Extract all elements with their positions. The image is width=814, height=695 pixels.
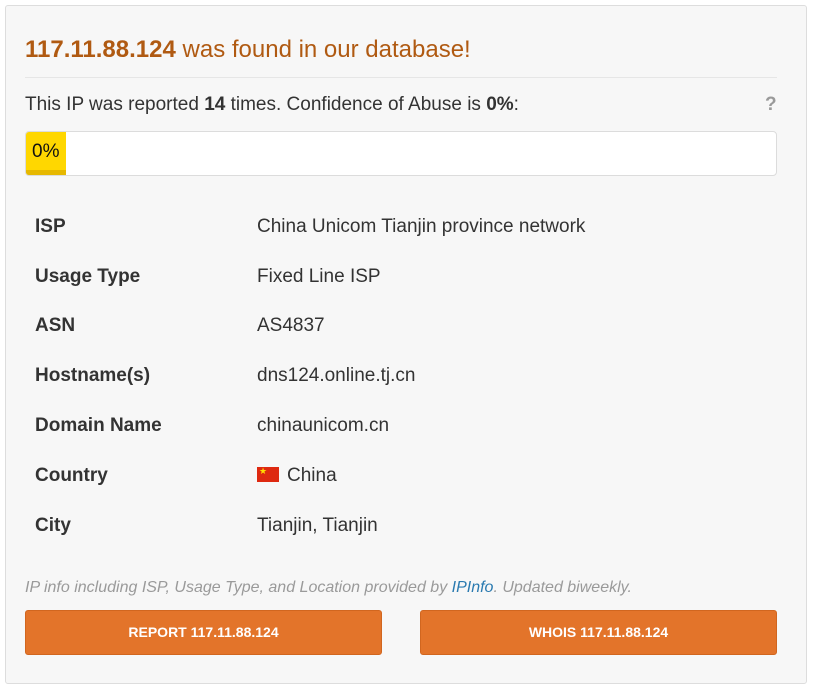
info-row-city: City Tianjin, Tianjin [25, 501, 585, 551]
city-value: Tianjin, Tianjin [257, 514, 378, 536]
country-value-cell: China [257, 451, 585, 501]
abuse-confidence-bar: 0% [25, 131, 777, 176]
report-summary: This IP was reported 14 times. Confidenc… [25, 94, 519, 116]
country-label: Country [35, 464, 108, 486]
city-label: City [35, 514, 71, 536]
hostname-label: Hostname(s) [35, 365, 151, 387]
domain-name-value: chinaunicom.cn [257, 415, 390, 437]
info-row-hostname: Hostname(s) dns124.online.tj.cn [25, 351, 585, 401]
footnote-prefix: IP info including ISP, Usage Type, and L… [25, 579, 452, 596]
ip-info-table: ISP China Unicom Tianjin province networ… [25, 202, 585, 551]
china-flag-icon [257, 465, 279, 482]
asn-label: ASN [35, 315, 76, 337]
abuse-confidence-label: 0% [32, 141, 60, 162]
country-value: China [287, 464, 337, 486]
report-count: 14 [204, 94, 226, 115]
report-prefix: This IP was reported [25, 94, 205, 115]
ipinfo-footnote: IP info including ISP, Usage Type, and L… [25, 579, 632, 597]
hostname-value: dns124.online.tj.cn [257, 365, 416, 387]
ipinfo-link[interactable]: IPInfo [452, 579, 494, 596]
usage-type-label: Usage Type [35, 265, 141, 287]
domain-name-label: Domain Name [35, 415, 162, 437]
result-heading: 117.11.88.124 was found in our database! [25, 36, 471, 64]
report-suffix: : [513, 94, 519, 115]
info-row-usage-type: Usage Type Fixed Line ISP [25, 252, 585, 302]
divider [25, 77, 777, 78]
confidence-value: 0% [486, 94, 514, 115]
report-ip-button[interactable]: REPORT 117.11.88.124 [25, 610, 382, 655]
info-row-asn: ASN AS4837 [25, 302, 585, 352]
footnote-suffix: . Updated biweekly. [493, 579, 632, 596]
info-row-isp: ISP China Unicom Tianjin province networ… [25, 202, 585, 252]
heading-suffix: was found in our database! [175, 36, 471, 63]
asn-value: AS4837 [257, 315, 325, 337]
report-middle: times. Confidence of Abuse is [225, 94, 487, 115]
usage-type-value: Fixed Line ISP [257, 265, 381, 287]
whois-ip-button[interactable]: WHOIS 117.11.88.124 [420, 610, 777, 655]
heading-ip: 117.11.88.124 [25, 36, 176, 63]
isp-label: ISP [35, 215, 66, 237]
info-row-country: Country China [25, 451, 585, 501]
help-icon[interactable]: ? [765, 94, 777, 116]
info-row-domain-name: Domain Name chinaunicom.cn [25, 401, 585, 451]
isp-value: China Unicom Tianjin province network [257, 215, 586, 237]
